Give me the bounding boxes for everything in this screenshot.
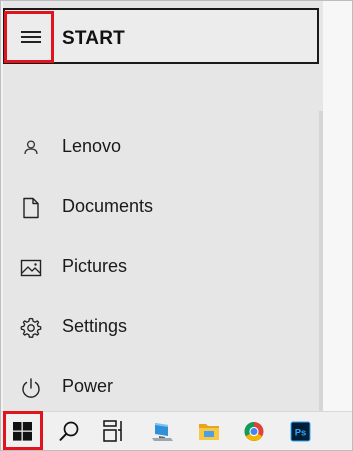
settings-gear-icon <box>19 316 43 340</box>
document-icon <box>19 196 43 220</box>
menu-item-power[interactable]: Power <box>5 364 315 412</box>
pictures-icon <box>19 256 43 280</box>
chrome-icon[interactable] <box>232 412 276 450</box>
file-explorer-icon[interactable] <box>187 412 231 450</box>
menu-item-label: Documents <box>62 196 154 216</box>
menu-item-label: Power <box>62 376 114 396</box>
start-button-highlight <box>3 411 43 450</box>
hamburger-menu-icon[interactable] <box>21 31 41 43</box>
photoshop-label: Ps <box>295 428 307 439</box>
panel-edge <box>319 111 323 411</box>
start-title: START <box>62 28 125 49</box>
power-icon <box>19 376 43 400</box>
user-icon <box>19 136 43 160</box>
menu-item-label: Lenovo <box>62 136 122 156</box>
photoshop-icon[interactable]: Ps <box>278 412 322 450</box>
menu-item-pictures[interactable]: Pictures <box>5 244 315 292</box>
menu-item-documents[interactable]: Documents <box>5 184 315 232</box>
menu-item-settings[interactable]: Settings <box>5 304 315 352</box>
taskbar: Ps <box>1 411 352 450</box>
search-icon[interactable] <box>47 412 91 450</box>
task-view-icon[interactable] <box>91 412 135 450</box>
menu-item-label: Settings <box>62 316 128 336</box>
menu-item-lenovo[interactable]: Lenovo <box>5 124 315 172</box>
this-pc-icon[interactable] <box>141 412 185 450</box>
desktop-area <box>323 1 352 411</box>
screen-frame: START Lenovo Documents Pictures Settings… <box>0 0 353 451</box>
menu-item-label: Pictures <box>62 256 128 276</box>
